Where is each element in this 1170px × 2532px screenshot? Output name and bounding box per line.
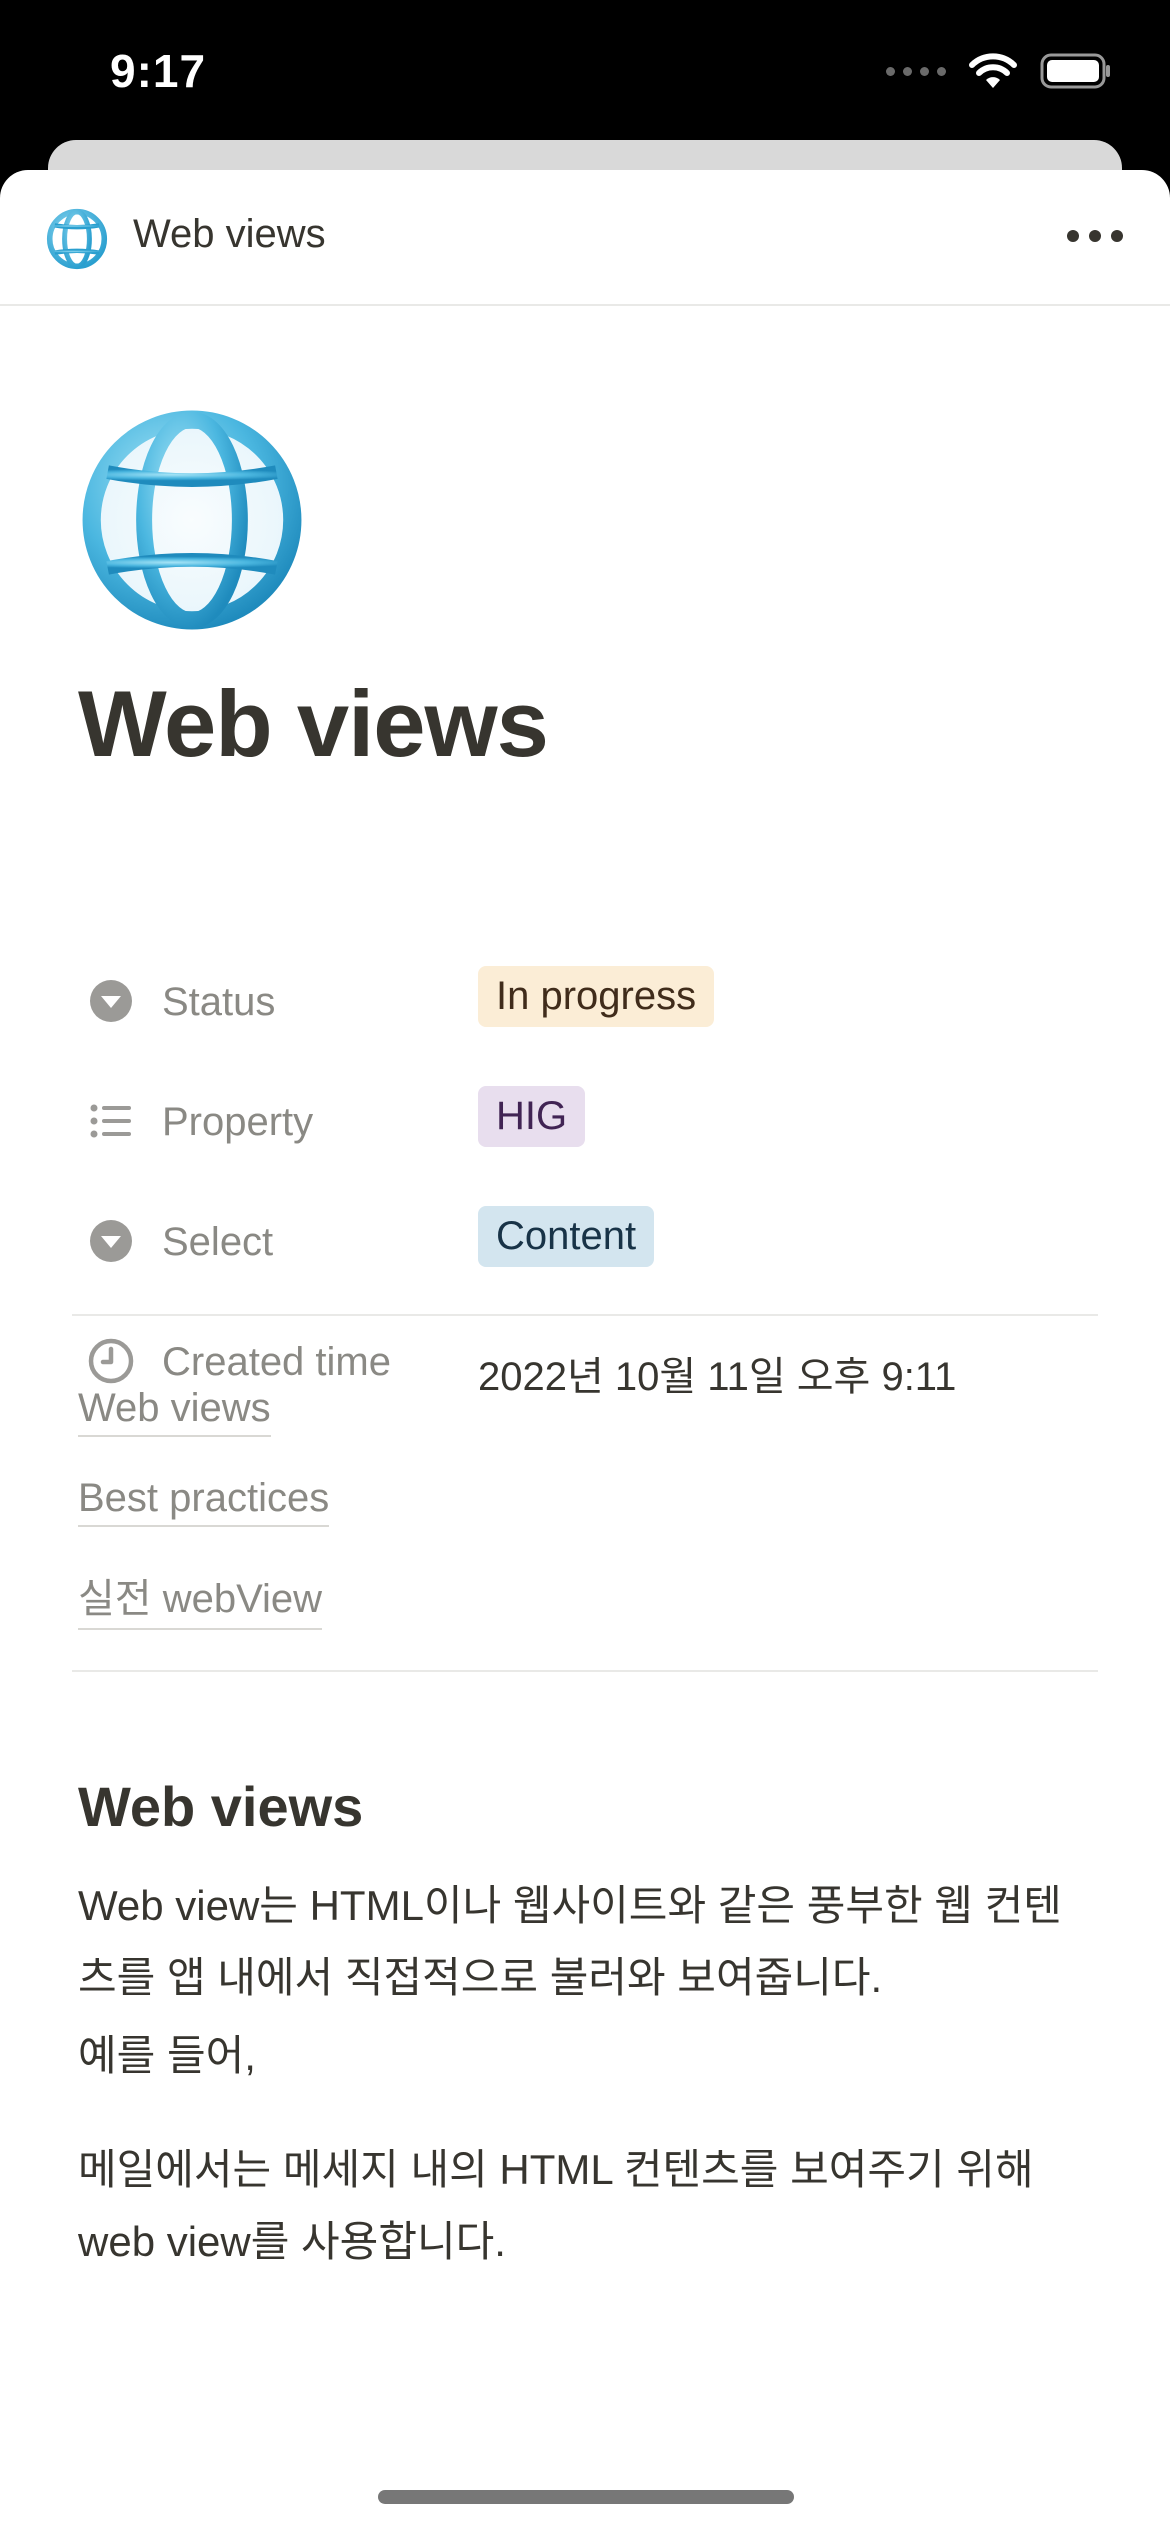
created-time-value: 2022년 10월 11일 오후 9:11 xyxy=(478,1355,957,1399)
page-sheet: Web views Web views Status In progress P… xyxy=(0,170,1170,2532)
divider xyxy=(72,1314,1098,1316)
property-name: Select xyxy=(162,1220,274,1264)
select-tag[interactable]: Content xyxy=(478,1206,655,1267)
paragraph[interactable]: Web view는 HTML이나 웹사이트와 같은 풍부한 웹 컨텐츠를 앱 내… xyxy=(78,1870,1098,2014)
wifi-icon xyxy=(968,52,1018,90)
page-globe-icon[interactable] xyxy=(78,406,306,634)
select-icon xyxy=(88,1218,134,1264)
property-value: 2022년 10월 11일 오후 9:11 xyxy=(478,1326,956,1402)
property-name: Property xyxy=(162,1100,314,1144)
link-webview-practice[interactable]: 실전 webView xyxy=(78,1566,323,1630)
clock-icon xyxy=(88,1338,134,1384)
page-title[interactable]: Web views xyxy=(78,670,549,778)
property-row-status[interactable]: Status In progress xyxy=(78,956,1098,1046)
more-icon xyxy=(1067,230,1079,242)
divider xyxy=(72,1670,1098,1672)
globe-icon xyxy=(46,208,108,270)
status-time: 9:17 xyxy=(110,45,207,97)
property-name: Status xyxy=(162,980,276,1024)
property-tag[interactable]: HIG xyxy=(478,1086,586,1147)
property-value[interactable]: Content xyxy=(478,1206,655,1267)
property-value[interactable]: In progress xyxy=(478,966,715,1027)
status-tag[interactable]: In progress xyxy=(478,966,715,1027)
cellular-signal-icon xyxy=(886,66,946,76)
status-indicators xyxy=(886,52,1112,90)
select-icon xyxy=(88,978,134,1024)
paragraph[interactable]: 예를 들어, xyxy=(78,2020,1098,2092)
page-topbar: Web views xyxy=(0,170,1170,306)
battery-icon xyxy=(1040,53,1112,89)
link-web-views[interactable]: Web views xyxy=(78,1386,271,1437)
status-bar: 9:17 xyxy=(0,0,1170,140)
property-row-property[interactable]: Property HIG xyxy=(78,1076,1098,1166)
property-value[interactable]: HIG xyxy=(478,1086,586,1147)
more-button[interactable] xyxy=(1060,214,1130,258)
paragraph[interactable]: 메일에서는 메세지 내의 HTML 컨텐츠를 보여주기 위해 web view를… xyxy=(78,2134,1098,2278)
list-icon xyxy=(88,1098,134,1144)
section-heading[interactable]: Web views xyxy=(78,1774,363,1839)
home-indicator[interactable] xyxy=(378,2490,794,2504)
topbar-title[interactable]: Web views xyxy=(133,212,326,257)
link-best-practices[interactable]: Best practices xyxy=(78,1476,330,1527)
property-row-select[interactable]: Select Content xyxy=(78,1196,1098,1286)
property-name: Created time xyxy=(162,1340,391,1384)
